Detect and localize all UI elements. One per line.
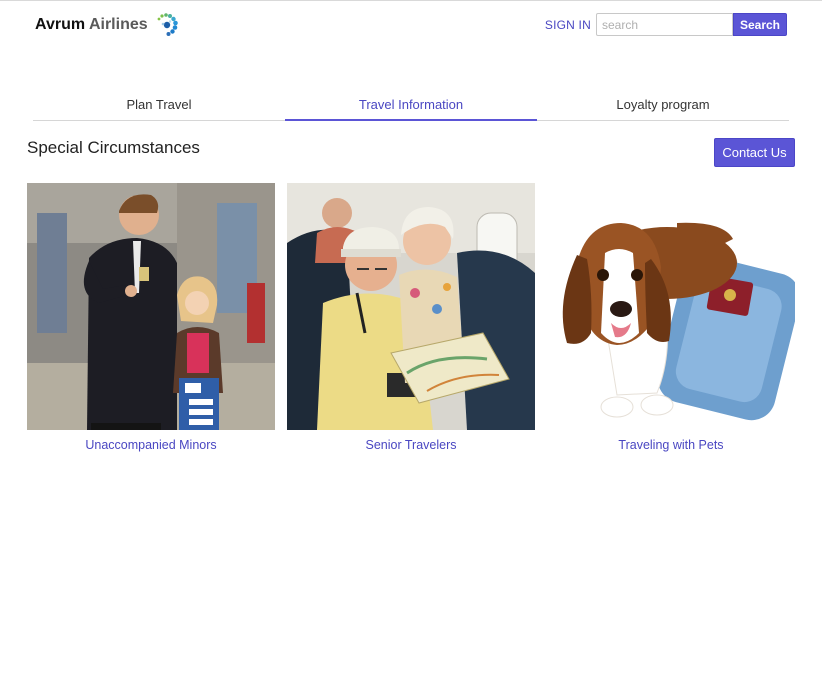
brand-name-part1: Avrum [35,16,86,33]
brand-name: Avrum Airlines [35,16,148,34]
brand-logo-icon [157,13,178,36]
senior-travelers-link[interactable]: Senior Travelers [287,438,535,452]
sign-in-link[interactable]: SIGN IN [545,18,591,32]
brand-name-part2: Airlines [88,16,148,33]
unaccompanied-minors-image[interactable] [27,183,275,430]
header-actions: SIGN IN Search [545,13,787,36]
main-nav-tabs: Plan Travel Travel Information Loyalty p… [33,91,789,121]
traveling-with-pets-link[interactable]: Traveling with Pets [547,438,795,452]
tab-loyalty-program[interactable]: Loyalty program [537,91,789,120]
senior-travelers-image[interactable] [287,183,535,430]
search-button[interactable]: Search [732,13,787,36]
card-traveling-with-pets[interactable]: Traveling with Pets [547,183,795,452]
unaccompanied-minors-link[interactable]: Unaccompanied Minors [27,438,275,452]
brand-logo-link[interactable]: Avrum Airlines [35,11,180,39]
cards-grid: Unaccompanied Minors Senior Travelers Tr… [27,183,795,452]
page-title: Special Circumstances [27,138,200,157]
search-input[interactable] [595,13,733,36]
contact-us-button[interactable]: Contact Us [714,138,795,167]
traveling-with-pets-image[interactable] [547,183,795,430]
tab-plan-travel[interactable]: Plan Travel [33,91,285,120]
tab-travel-information[interactable]: Travel Information [285,91,537,121]
card-senior-travelers[interactable]: Senior Travelers [287,183,535,452]
card-unaccompanied-minors[interactable]: Unaccompanied Minors [27,183,275,452]
